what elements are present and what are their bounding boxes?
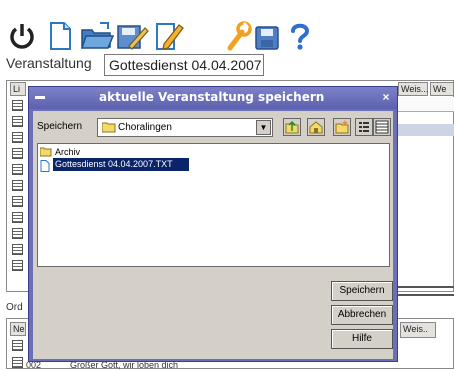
save-in-label: Speichern: [37, 121, 83, 132]
help-icon[interactable]: [284, 20, 316, 52]
column-header-ne[interactable]: Ne: [10, 322, 26, 336]
settings-icon[interactable]: [222, 20, 254, 52]
column-header-weis-bottom[interactable]: Weis..: [400, 322, 436, 338]
dialog-titlebar[interactable]: aktuelle Veranstaltung speichern ×: [29, 87, 397, 109]
background-row-highlight: [398, 124, 454, 136]
row-grid-icon: [12, 148, 23, 159]
save-disk-icon[interactable]: [252, 20, 284, 52]
list-view-icon[interactable]: [355, 118, 373, 136]
power-icon[interactable]: [6, 20, 38, 52]
edit-icon[interactable]: [152, 20, 184, 52]
new-document-icon[interactable]: [44, 20, 76, 52]
save-button-label: Speichern: [339, 285, 385, 296]
folder-icon: [101, 122, 116, 133]
save-dialog: aktuelle Veranstaltung speichern × Speic…: [28, 86, 398, 362]
row-grid-icon: [12, 196, 23, 207]
folder-select[interactable]: Choralingen ▼: [97, 118, 273, 137]
system-menu-icon[interactable]: [35, 96, 45, 99]
row-grid-icon: [12, 260, 23, 271]
row-grid-icon: [12, 340, 23, 351]
splitter[interactable]: [398, 294, 454, 296]
home-icon[interactable]: [307, 118, 325, 136]
row-grid-icon: [12, 116, 23, 127]
list-item-label: Gottesdienst 04.04.2007.TXT: [53, 158, 189, 171]
file-list[interactable]: Archiv Gottesdienst 04.04.2007.TXT: [37, 143, 390, 267]
event-field[interactable]: Gottesdienst 04.04.2007: [104, 54, 264, 76]
dialog-body: Speichern Choralingen ▼ Archiv Gottesdie…: [33, 111, 393, 359]
details-view-icon[interactable]: [373, 118, 391, 136]
column-header-li[interactable]: Li: [10, 82, 26, 96]
cancel-button-label: Abbrechen: [337, 309, 387, 320]
document-icon: [40, 159, 50, 172]
row-grid-icon: [12, 357, 23, 368]
list-item-label: Archiv: [55, 147, 81, 157]
save-edit-icon[interactable]: [115, 20, 149, 52]
folder-select-value: Choralingen: [118, 122, 172, 133]
background-row: [398, 97, 454, 112]
row-grid-icon: [12, 164, 23, 175]
row-grid-icon: [12, 132, 23, 143]
open-folder-icon[interactable]: [80, 20, 115, 52]
row-grid-icon: [12, 180, 23, 191]
column-header-we[interactable]: We: [430, 82, 454, 96]
row-grid-icon: [12, 212, 23, 223]
order-label: Ord: [6, 302, 23, 313]
save-button[interactable]: Speichern: [331, 281, 393, 301]
up-folder-icon[interactable]: [283, 118, 301, 136]
list-item[interactable]: Gottesdienst 04.04.2007.TXT: [40, 158, 190, 172]
new-folder-icon[interactable]: [333, 118, 351, 136]
dialog-title: aktuelle Veranstaltung speichern: [99, 90, 325, 104]
help-button[interactable]: Hilfe: [331, 329, 393, 349]
cancel-button[interactable]: Abbrechen: [331, 305, 393, 325]
row-grid-icon: [12, 244, 23, 255]
event-label: Veranstaltung: [6, 55, 92, 71]
chevron-down-icon[interactable]: ▼: [256, 120, 271, 135]
row-grid-icon: [12, 228, 23, 239]
folder-icon: [39, 147, 52, 157]
splitter[interactable]: [398, 286, 454, 288]
column-header-weis[interactable]: Weis...: [398, 82, 428, 96]
help-button-label: Hilfe: [351, 333, 372, 344]
row-grid-icon: [12, 100, 23, 111]
close-icon[interactable]: ×: [379, 90, 393, 104]
